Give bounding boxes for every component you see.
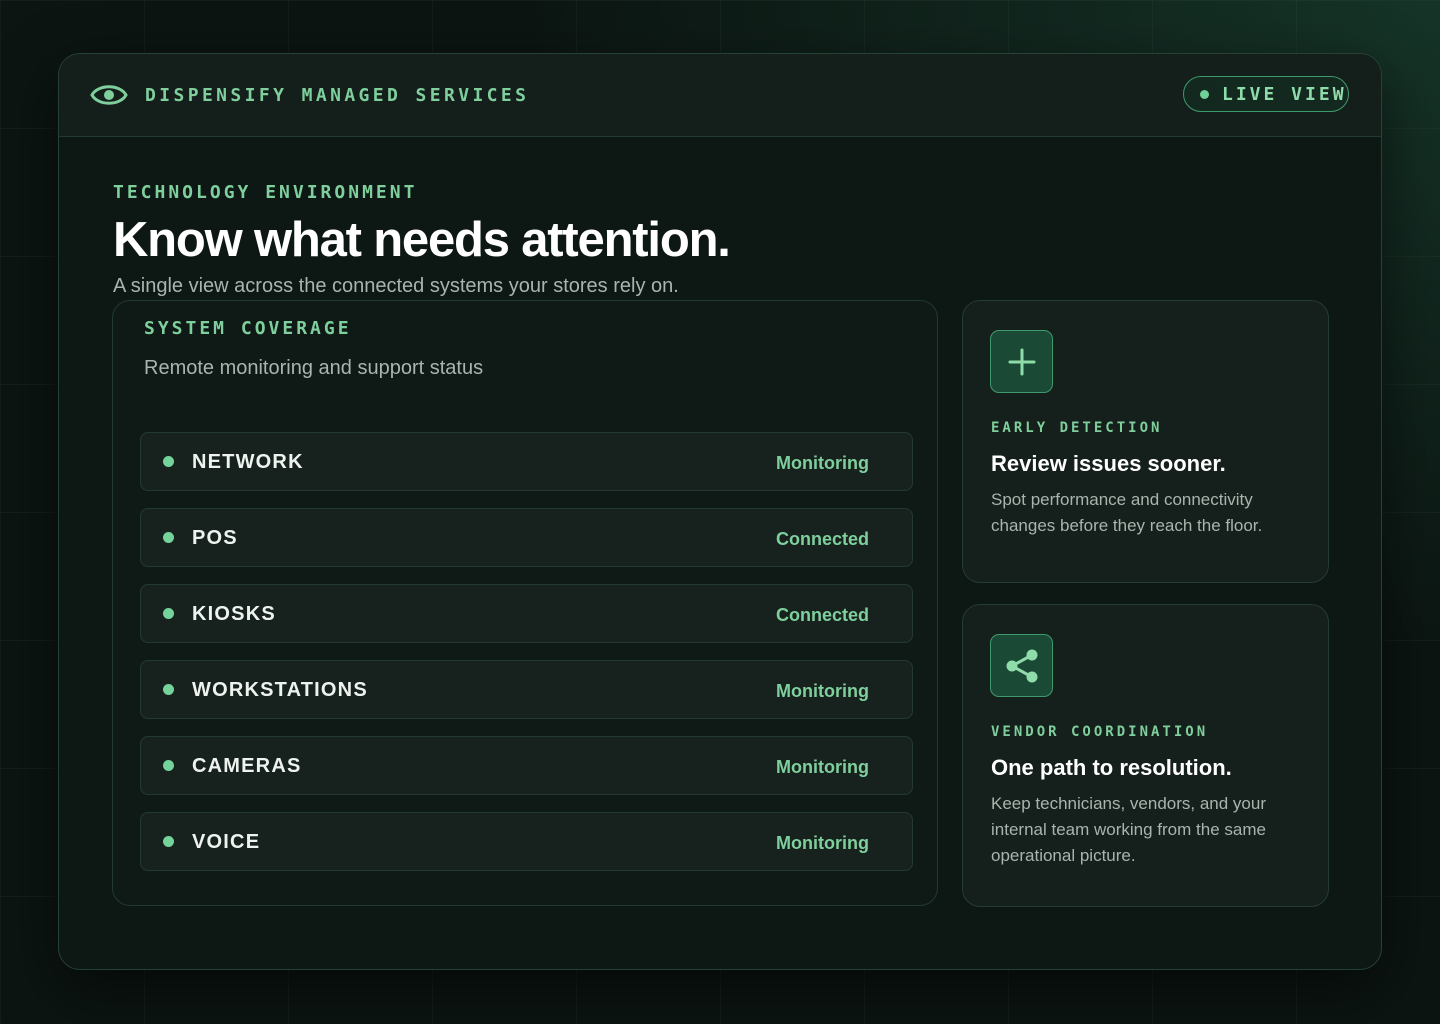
coverage-title: SYSTEM COVERAGE [144,318,352,339]
card-eyebrow: VENDOR COORDINATION [991,724,1209,740]
system-status: Connected [775,529,869,549]
system-status: Monitoring [776,757,869,777]
vendor-coordination-card: VENDOR COORDINATION One path to resoluti… [962,604,1329,907]
brand-name: DISPENSIFY MANAGED SERVICES [145,85,530,106]
system-name: NETWORK [192,451,304,473]
status-dot [163,532,174,543]
system-name: CAMERAS [192,755,302,777]
system-name: POS [192,527,238,549]
live-view-label: LIVE VIEW [1222,83,1347,105]
header-bar: DISPENSIFY MANAGED SERVICES LIVE VIEW [59,54,1381,137]
system-status: Connected [775,605,869,625]
main-window: DISPENSIFY MANAGED SERVICES LIVE VIEW TE… [58,53,1382,970]
live-view-badge[interactable]: LIVE VIEW [1183,76,1349,112]
share-icon [990,634,1053,697]
plus-icon [990,330,1053,393]
card-body: Spot performance and connectivity change… [991,490,1263,535]
live-status-dot [1200,89,1209,99]
system-name: WORKSTATIONS [192,679,368,701]
card-title: One path to resolution. [991,755,1232,780]
page-title: Know what needs attention. [113,213,731,267]
system-status: Monitoring [776,453,869,473]
coverage-subtitle: Remote monitoring and support status [144,357,484,379]
system-row-cameras[interactable]: CAMERAS Monitoring [140,736,913,795]
card-eyebrow: EARLY DETECTION [991,420,1163,436]
status-dot [163,456,174,467]
page-subtitle: A single view across the connected syste… [113,275,679,297]
system-coverage-panel: SYSTEM COVERAGE Remote monitoring and su… [112,300,938,906]
eye-icon [90,85,128,105]
system-status: Monitoring [776,833,869,853]
system-row-workstations[interactable]: WORKSTATIONS Monitoring [140,660,913,719]
card-body: Keep technicians, vendors, and your inte… [991,794,1267,865]
system-status: Monitoring [776,681,869,701]
system-row-pos[interactable]: POS Connected [140,508,913,567]
early-detection-card: EARLY DETECTION Review issues sooner. Sp… [962,300,1329,583]
section-eyebrow: TECHNOLOGY ENVIRONMENT [113,182,418,203]
system-name: VOICE [192,831,261,853]
system-row-voice[interactable]: VOICE Monitoring [140,812,913,871]
system-row-kiosks[interactable]: KIOSKS Connected [140,584,913,643]
system-row-network[interactable]: NETWORK Monitoring [140,432,913,491]
status-dot [163,608,174,619]
system-name: KIOSKS [192,603,276,625]
status-dot [163,684,174,695]
card-title: Review issues sooner. [991,451,1226,476]
status-dot [163,836,174,847]
status-dot [163,760,174,771]
